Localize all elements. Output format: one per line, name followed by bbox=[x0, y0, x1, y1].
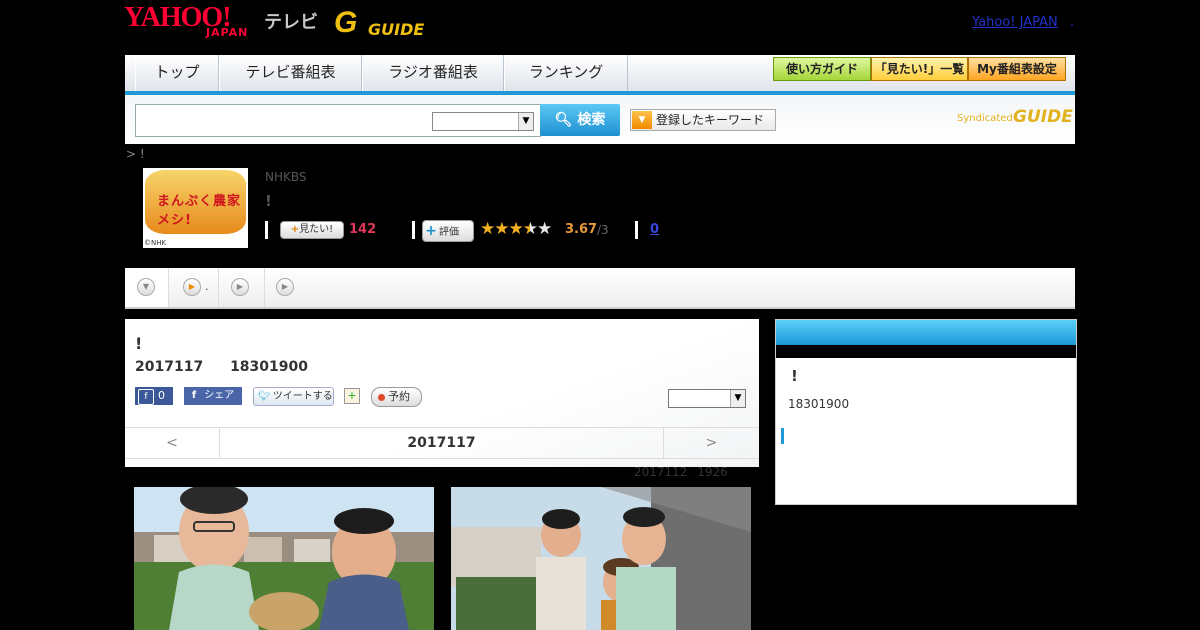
program-thumbnail: まんぷく農家メシ! ©NHK bbox=[143, 168, 248, 248]
channel-name: NHKBS bbox=[265, 170, 307, 184]
facebook-icon: f bbox=[191, 390, 197, 401]
sidebar-accent-bar bbox=[781, 428, 784, 444]
rating-scale: /3 bbox=[597, 223, 609, 237]
tab-4[interactable]: ▶ bbox=[264, 268, 294, 307]
sidebar-panel: ! 18301900 bbox=[775, 319, 1077, 505]
want-to-watch-button[interactable]: +見たい! bbox=[280, 221, 344, 239]
tab-separator: . bbox=[205, 280, 209, 293]
photo-hosts-peanuts bbox=[134, 487, 434, 630]
photo-hosts-kitchen bbox=[451, 487, 751, 630]
program-title: ! bbox=[265, 192, 272, 210]
previous-date-button[interactable]: < bbox=[125, 428, 220, 458]
reserve-button[interactable]: 予約 bbox=[371, 387, 422, 407]
guide-button[interactable]: 使い方ガイド bbox=[773, 57, 871, 81]
nav-tab-radio-schedule[interactable]: ラジオ番組表 bbox=[362, 55, 504, 91]
play-icon: ▶ bbox=[183, 278, 201, 296]
program-photo-2[interactable] bbox=[451, 487, 751, 630]
next-date-button[interactable]: > bbox=[663, 428, 759, 458]
search-button[interactable]: 🔍︎ 検索 bbox=[540, 104, 620, 136]
dropdown-arrow-icon: ▼ bbox=[632, 111, 652, 129]
tab-details[interactable]: ▼ bbox=[125, 268, 169, 307]
sidebar-band bbox=[776, 345, 1076, 358]
twitter-bird-icon: 🐦︎ bbox=[258, 391, 271, 402]
chevron-down-icon: ▼ bbox=[137, 278, 155, 296]
program-logo-text: まんぷく農家メシ! bbox=[157, 194, 242, 228]
want-list-button[interactable]: 「見たい!」一覧 bbox=[871, 57, 968, 81]
divider bbox=[635, 221, 638, 239]
rate-button[interactable]: + 評価 bbox=[422, 220, 474, 242]
date-navigation: < 2017117 > bbox=[125, 427, 759, 459]
nav-tab-tv-schedule[interactable]: テレビ番組表 bbox=[219, 55, 362, 91]
yahoo-japan-logo[interactable]: YAHOO! JAPAN テレビ bbox=[124, 4, 324, 44]
sidebar-header bbox=[776, 320, 1076, 345]
tweet-label: ツイートする bbox=[272, 391, 333, 402]
search-bar: ▼ 🔍︎ 検索 ▼ 登録したキーワード Syndicated GUIDE bbox=[125, 95, 1075, 144]
syndicated-guide-text: GUIDE bbox=[1013, 107, 1073, 127]
rating-value: 3.67 bbox=[565, 222, 598, 237]
tab-3[interactable]: ▶ bbox=[218, 268, 265, 307]
gguide-logo[interactable]: G GUIDE bbox=[334, 6, 434, 42]
program-photo-1[interactable] bbox=[134, 487, 434, 630]
saved-keywords-label: 登録したキーワード bbox=[656, 113, 765, 127]
divider bbox=[265, 221, 268, 239]
facebook-like-count: 0 bbox=[158, 389, 165, 402]
sidebar-title: ! bbox=[791, 367, 798, 385]
plus-icon: + bbox=[290, 224, 300, 235]
current-date: 2017117 bbox=[407, 435, 476, 451]
add-to-calendar-icon[interactable]: + bbox=[344, 388, 360, 404]
breadcrumb[interactable]: > ! bbox=[126, 147, 145, 161]
want-count: 142 bbox=[349, 222, 377, 237]
facebook-icon: f bbox=[138, 389, 154, 405]
broadcast-date: 2017117 18301900 bbox=[135, 359, 308, 375]
logo-japan-text: JAPAN bbox=[206, 26, 249, 39]
gguide-logo-text: GUIDE bbox=[368, 20, 425, 39]
saved-keywords-button[interactable]: ▼ 登録したキーワード bbox=[630, 109, 776, 131]
review-count-link[interactable]: 0 bbox=[650, 222, 659, 237]
half-star-icon: ★ bbox=[522, 219, 538, 239]
program-tab-strip: ▼ ▶ . ▶ ▶ bbox=[125, 268, 1075, 309]
nav-tab-top[interactable]: トップ bbox=[135, 55, 219, 91]
plus-icon: + bbox=[425, 223, 437, 239]
play-icon: ▶ bbox=[231, 278, 249, 296]
program-logo-image: まんぷく農家メシ! bbox=[145, 170, 246, 234]
empty-star-icon: ★ bbox=[536, 219, 552, 239]
search-category-select[interactable]: ▼ bbox=[432, 112, 534, 131]
play-icon: ▶ bbox=[276, 278, 294, 296]
detail-select[interactable]: ▼ bbox=[668, 389, 746, 408]
search-button-label: 検索 bbox=[577, 112, 606, 128]
star-icon: ★★★ bbox=[480, 219, 524, 239]
yahoo-japan-link[interactable]: Yahoo! JAPAN bbox=[972, 15, 1058, 30]
facebook-share-label: シェア bbox=[204, 390, 235, 401]
syndicated-gguide-logo: Syndicated GUIDE bbox=[957, 107, 1073, 127]
divider bbox=[412, 221, 415, 239]
record-icon bbox=[378, 393, 385, 401]
tab-2[interactable]: ▶ . bbox=[168, 268, 219, 307]
chevron-down-icon: ▼ bbox=[518, 113, 533, 130]
reserve-label: 予約 bbox=[388, 390, 410, 403]
chevron-down-icon: ▼ bbox=[730, 390, 745, 407]
facebook-like-button[interactable]: f0 bbox=[135, 387, 173, 405]
main-nav: トップ テレビ番組表 ラジオ番組表 ランキング 使い方ガイド 「見たい!」一覧 … bbox=[125, 55, 1075, 95]
tweet-button[interactable]: 🐦︎ ツイートする bbox=[253, 387, 334, 406]
syndicated-label: Syndicated bbox=[957, 113, 1013, 124]
updated-timestamp: 2017112 1926 bbox=[634, 465, 728, 479]
my-schedule-button[interactable]: My番組表設定 bbox=[968, 57, 1066, 81]
facebook-share-button[interactable]: f シェア bbox=[184, 387, 242, 405]
detail-title: ! bbox=[135, 334, 143, 353]
header-separator: . bbox=[1070, 15, 1075, 30]
logo-tv-text: テレビ bbox=[264, 12, 318, 33]
sidebar-time: 18301900 bbox=[788, 397, 850, 411]
search-icon: 🔍︎ bbox=[554, 112, 573, 128]
rate-button-label: 評価 bbox=[439, 227, 459, 238]
want-button-label: 見たい! bbox=[299, 224, 334, 235]
thumbnail-credit: ©NHK bbox=[144, 239, 167, 247]
nav-tab-ranking[interactable]: ランキング bbox=[504, 55, 628, 91]
rating-stars: ★★★★★ bbox=[480, 219, 552, 239]
program-detail-panel: ! 2017117 18301900 f0 f シェア 🐦︎ ツイートする + 予… bbox=[125, 319, 759, 467]
